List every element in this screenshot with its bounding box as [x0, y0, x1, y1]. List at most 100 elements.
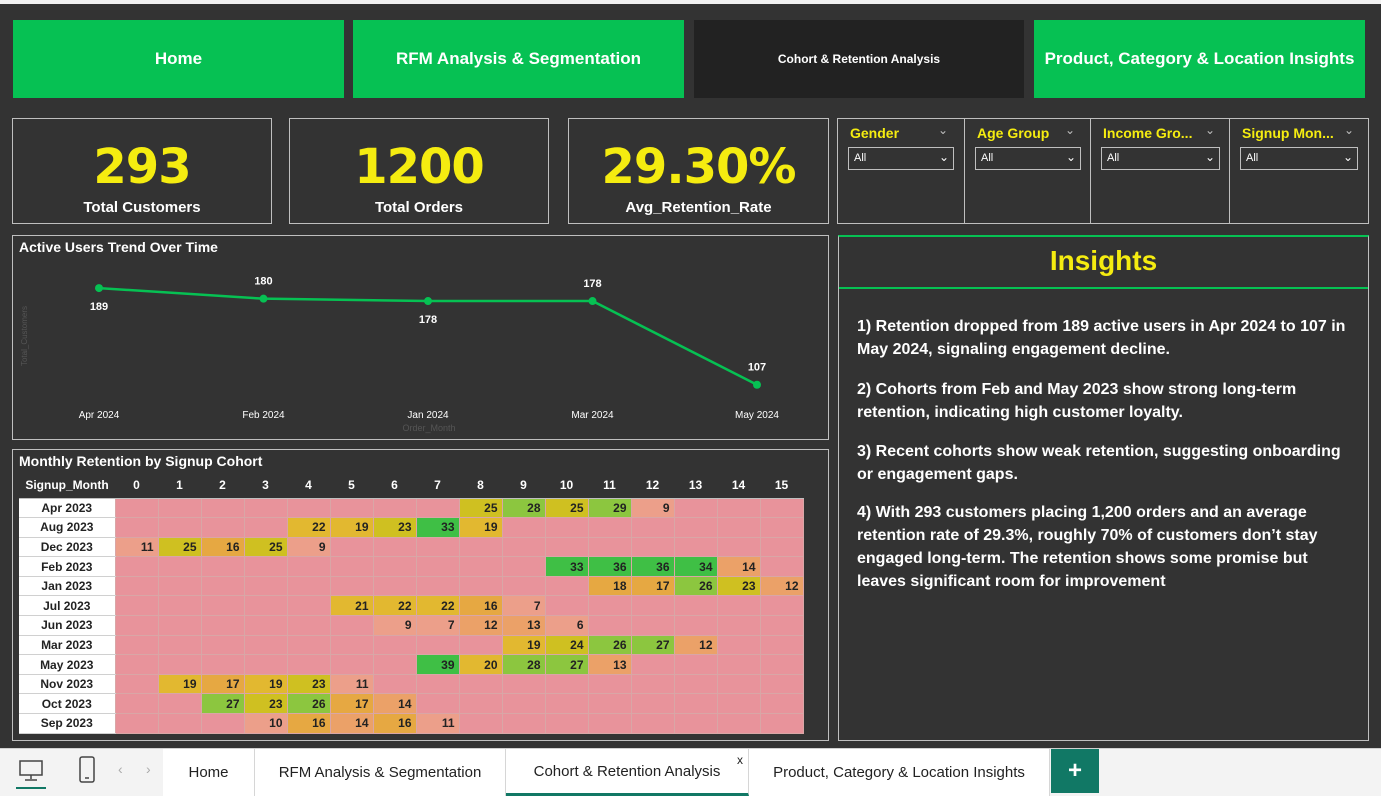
kpi-label: Avg_Retention_Rate: [625, 199, 772, 216]
heatmap-cell: 33: [544, 556, 589, 577]
cohort-label: Aug 2023: [19, 517, 115, 538]
nav-home-label: Home: [154, 49, 203, 68]
kpi-value: 1200: [354, 139, 485, 195]
heatmap-cell: [157, 595, 202, 617]
data-point[interactable]: [95, 284, 103, 293]
heatmap-row: Dec 2023 11 25 16 25 9: [19, 536, 804, 558]
heatmap-cell: [673, 673, 718, 695]
nav-rfm-button[interactable]: RFM Analysis & Segmentation: [353, 20, 684, 98]
slicer-dropdown[interactable]: All ⌄: [848, 147, 954, 170]
heatmap-cell: [286, 615, 331, 636]
heatmap-cell: [630, 713, 675, 734]
tab-label: Cohort & Retention Analysis: [533, 762, 721, 780]
heatmap-cell: [286, 556, 331, 577]
tab-label: Home: [188, 764, 229, 781]
heatmap-cell: 14: [372, 693, 417, 715]
column-header: 2: [201, 472, 244, 499]
data-point[interactable]: [424, 297, 432, 306]
nav-cohort-label: Cohort & Retention Analysis: [777, 52, 941, 66]
heatmap-cell: 36: [630, 556, 675, 577]
data-point[interactable]: [588, 297, 597, 306]
heatmap-cell: [630, 654, 675, 675]
heatmap-cell: 16: [286, 713, 331, 734]
slicer-dropdown[interactable]: All ⌄: [1101, 147, 1220, 170]
heatmap-cell: [544, 673, 589, 695]
heatmap-cell: 36: [587, 556, 632, 577]
slicer-value: All: [1107, 152, 1120, 164]
heatmap-cell: 21: [329, 595, 374, 617]
tab-label: Product, Category & Location Insights: [773, 764, 1025, 781]
nav-cohort-button[interactable]: Cohort & Retention Analysis: [694, 20, 1024, 98]
heatmap-cell: [114, 713, 159, 734]
kpi-card-total-customers: 293 Total Customers: [12, 118, 272, 224]
heatmap-cell: [286, 575, 331, 597]
chevron-down-icon[interactable]: ⌄: [1205, 123, 1215, 137]
close-icon[interactable]: x: [737, 753, 743, 767]
heatmap-cell: [200, 713, 245, 734]
heatmap-cell: [544, 575, 589, 597]
desktop-icon[interactable]: [18, 759, 44, 783]
mobile-icon[interactable]: [78, 756, 96, 784]
add-page-button[interactable]: +: [1051, 749, 1099, 793]
heatmap-cell: 18: [587, 575, 632, 597]
column-header: 15: [760, 472, 803, 499]
tab-rfm[interactable]: RFM Analysis & Segmentation: [255, 749, 506, 796]
chevron-right-icon[interactable]: ›: [146, 761, 151, 777]
heatmap-cell: [630, 615, 675, 636]
data-label: 107: [748, 362, 766, 374]
heatmap-cell: [673, 693, 718, 715]
heatmap-row: May 2023 39 20 28 27 13: [19, 654, 804, 675]
tab-cohort[interactable]: Cohort & Retention Analysis x: [506, 749, 749, 796]
heatmap-cell: [458, 556, 503, 577]
tab-home[interactable]: Home: [163, 749, 255, 796]
heatmap-cell: [587, 693, 632, 715]
slicer-value: All: [981, 152, 994, 164]
active-users-line-chart: Total_Customers Order_Month 189 Apr 2024 1…: [20, 276, 779, 433]
nav-product-button[interactable]: Product, Category & Location Insights: [1034, 20, 1365, 98]
nav-home-button[interactable]: Home: [13, 20, 344, 98]
heatmap-cell: 17: [630, 575, 675, 597]
heatmap-cell: [372, 634, 417, 656]
cohort-label: Dec 2023: [19, 537, 115, 558]
column-header: 12: [631, 472, 674, 499]
heatmap-cell: [630, 536, 675, 558]
heatmap-row: Apr 2023 25 28 25 29 9: [19, 497, 804, 519]
heatmap-cell: 23: [716, 575, 761, 597]
chevron-down-icon[interactable]: ⌄: [938, 123, 948, 137]
tab-product[interactable]: Product, Category & Location Insights: [749, 749, 1050, 796]
heatmap-cell: [415, 634, 460, 656]
desktop-view-indicator: [16, 787, 46, 789]
heatmap-cell: 28: [501, 497, 546, 519]
heatmap-cell: 7: [415, 615, 460, 636]
column-header: 9: [502, 472, 545, 499]
heatmap-cell: [458, 634, 503, 656]
chevron-down-icon[interactable]: ⌄: [1344, 123, 1354, 137]
heatmap-cell: 9: [286, 536, 331, 558]
slicer-signup-month: Signup Mon... ⌄ All ⌄: [1230, 119, 1368, 223]
heatmap-cell: [372, 575, 417, 597]
heatmap-cell: 12: [759, 575, 804, 597]
chevron-left-icon[interactable]: ‹: [118, 761, 123, 777]
heatmap-cell: 20: [458, 654, 503, 675]
data-point[interactable]: [753, 380, 761, 389]
heatmap-cell: [415, 497, 460, 519]
heatmap-cell: [673, 517, 718, 538]
data-point[interactable]: [259, 294, 268, 303]
heatmap-cell: [114, 673, 159, 695]
kpi-card-avg-retention: 29.30% Avg_Retention_Rate: [568, 118, 829, 224]
heatmap-cell: [243, 517, 288, 538]
heatmap-cell: 7: [501, 595, 546, 617]
data-label: 178: [419, 314, 437, 326]
slicer-dropdown[interactable]: All ⌄: [975, 147, 1081, 170]
heatmap-cell: [544, 713, 589, 734]
column-header: 6: [373, 472, 416, 499]
chevron-down-icon[interactable]: ⌄: [1065, 123, 1075, 137]
slicer-dropdown[interactable]: All ⌄: [1240, 147, 1358, 170]
column-header: 1: [158, 472, 201, 499]
heatmap-cell: 19: [501, 634, 546, 656]
cohort-label: May 2023: [19, 654, 115, 675]
heatmap-cell: [329, 634, 374, 656]
slicer-value: All: [1246, 152, 1259, 164]
kpi-label: Total Customers: [83, 199, 201, 216]
heatmap-cell: [458, 693, 503, 715]
